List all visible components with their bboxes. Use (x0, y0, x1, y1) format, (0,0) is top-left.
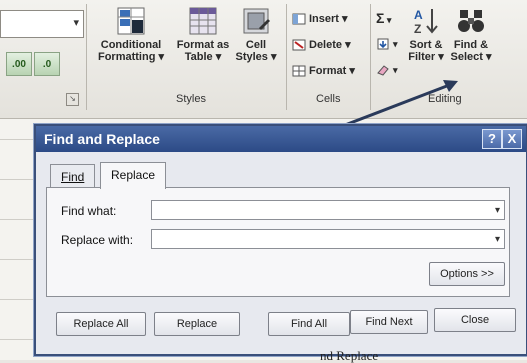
find-what-label: Find what: (61, 204, 117, 218)
dialog-title: Find and Replace (44, 131, 160, 147)
tab-replace[interactable]: Replace (100, 162, 167, 189)
replace-panel: Find what: ▾ Replace with: ▾ Options >> (46, 187, 510, 297)
close-icon[interactable]: X (502, 129, 522, 149)
tab-find[interactable]: Find (50, 164, 96, 189)
replace-all-button[interactable]: Replace All (56, 312, 146, 336)
dialog-titlebar[interactable]: Find and Replace ? X (36, 126, 526, 152)
find-what-input[interactable]: ▾ (151, 200, 505, 220)
replace-with-label: Replace with: (61, 233, 134, 247)
close-button[interactable]: Close (434, 308, 516, 332)
chevron-down-icon[interactable]: ▾ (495, 230, 500, 250)
tab-find-label: Find (61, 170, 85, 184)
tab-replace-label: Replace (111, 168, 156, 182)
chevron-down-icon[interactable]: ▾ (495, 201, 500, 221)
options-button[interactable]: Options >> (429, 262, 505, 286)
replace-button[interactable]: Replace (154, 312, 240, 336)
find-all-button[interactable]: Find All (268, 312, 350, 336)
replace-with-input[interactable]: ▾ (151, 229, 505, 249)
help-button[interactable]: ? (482, 129, 502, 149)
find-replace-dialog: Find and Replace ? X Find Replace Find w… (34, 124, 527, 356)
find-next-button[interactable]: Find Next (350, 310, 428, 334)
